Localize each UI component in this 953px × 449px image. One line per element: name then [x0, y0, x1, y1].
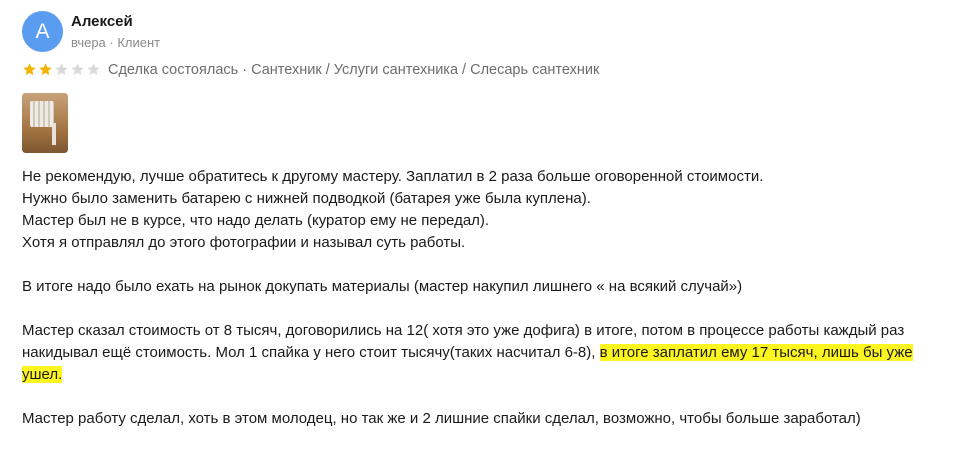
star-empty-icon	[55, 63, 68, 76]
highlighted-text: ушел.	[22, 366, 63, 383]
review-text-plain: накидывал ещё стоимость. Мол 1 спайка у …	[22, 344, 600, 361]
review-line: Мастер сказал стоимость от 8 тысяч, дого…	[22, 322, 905, 339]
review-line: Мастер был не в курсе, что надо делать (…	[22, 212, 490, 229]
star-filled-icon	[23, 63, 36, 76]
radiator-photo-thumbnail	[30, 101, 54, 127]
review-meta: вчера · Клиент	[71, 35, 161, 50]
review-line: Мастер работу сделал, хоть в этом молоде…	[22, 410, 861, 427]
review-line: В итоге надо было ехать на рынок докупат…	[22, 278, 743, 295]
author-name[interactable]: Алексей	[71, 13, 133, 30]
deal-info: Сделка состоялась · Сантехник / Услуги с…	[108, 62, 600, 78]
rating-stars	[22, 62, 101, 77]
review-line: Хотя я отправлял до этого фотографии и н…	[22, 234, 466, 251]
review-line: Нужно было заменить батарею с нижней под…	[22, 190, 591, 207]
star-empty-icon	[71, 63, 84, 76]
avatar[interactable]: А	[22, 11, 63, 52]
photo-pipe	[52, 123, 56, 145]
review-line: Не рекомендую, лучше обратитесь к другом…	[22, 168, 764, 185]
review-line-highlighted: накидывал ещё стоимость. Мол 1 спайка у …	[22, 342, 947, 364]
review-photo[interactable]	[22, 93, 68, 153]
star-empty-icon	[87, 63, 100, 76]
star-filled-icon	[39, 63, 52, 76]
highlighted-text: в итоге заплатил ему 17 тысяч, лишь бы у…	[599, 344, 913, 361]
review-text: Не рекомендую, лучше обратитесь к другом…	[22, 166, 947, 430]
review-line-highlighted: ушел.	[22, 364, 947, 386]
